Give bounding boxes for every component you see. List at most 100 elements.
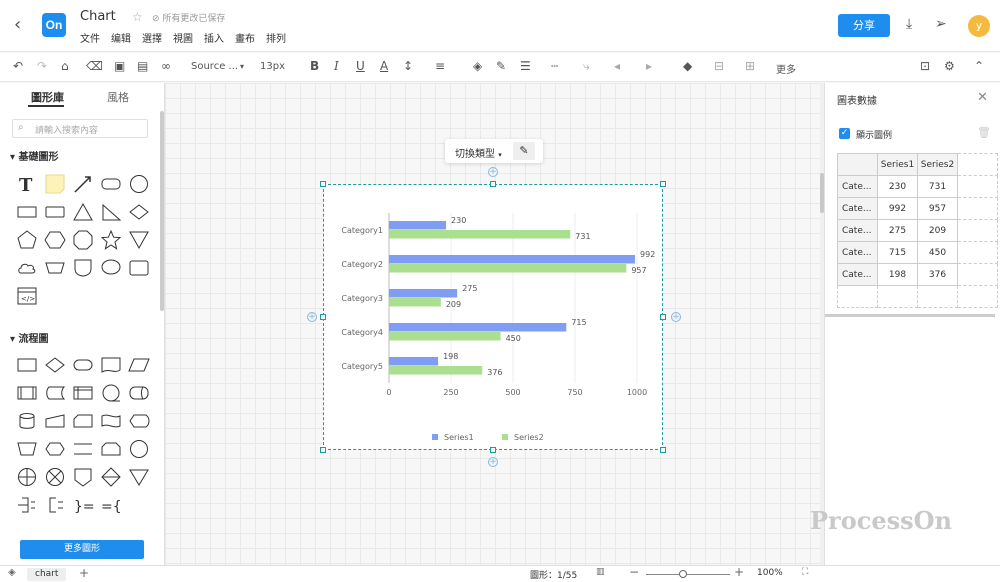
grid-row-label[interactable]: Cate... <box>837 219 878 242</box>
menu-insert[interactable]: 插入 <box>204 30 224 45</box>
star-shape-icon[interactable] <box>100 229 122 251</box>
add-handle-left[interactable]: + <box>307 312 317 322</box>
zoom-slider-track[interactable] <box>646 574 730 575</box>
menu-file[interactable]: 文件 <box>80 30 100 45</box>
line-arrow-shape-icon[interactable] <box>72 173 94 195</box>
layers-icon[interactable]: ◈ <box>8 567 16 578</box>
chart-shape[interactable]: 0 250 500 750 1000 Category1 230 731 Category2 99… <box>320 181 666 453</box>
grid-cell-empty[interactable] <box>957 153 998 176</box>
grid-cell[interactable]: 209 <box>917 219 958 242</box>
align-icon[interactable]: ≡ <box>435 59 445 73</box>
switch-type-button[interactable]: 切換類型 ▾ <box>455 145 502 160</box>
close-icon[interactable]: ✕ <box>977 90 988 105</box>
zoom-in-icon[interactable]: + <box>734 565 744 579</box>
find-icon[interactable]: ⊡ <box>920 59 930 73</box>
tab-style[interactable]: 風格 <box>107 89 129 105</box>
card-flow-shape-icon[interactable] <box>72 410 94 432</box>
redo-icon[interactable]: ↷ <box>37 59 47 73</box>
italic-icon[interactable]: I <box>334 59 339 73</box>
show-legend-checkbox[interactable]: ✓ <box>839 128 850 139</box>
sidebar-scrollbar[interactable] <box>160 111 164 311</box>
layer-icon[interactable]: ◆ <box>683 59 692 73</box>
preparation-shape-icon[interactable] <box>44 438 66 460</box>
panel-scrollbar[interactable] <box>825 314 995 317</box>
grid-row-label[interactable]: Cate... <box>837 197 878 220</box>
grid-cell[interactable]: 198 <box>877 263 918 286</box>
grid-cell-empty[interactable] <box>877 285 918 308</box>
triangle-shape-icon[interactable] <box>72 201 94 223</box>
circle-shape-icon[interactable] <box>128 173 150 195</box>
edit-pencil-icon[interactable]: ✎ <box>513 142 535 160</box>
menu-edit[interactable]: 编辑 <box>111 30 131 45</box>
grid-cell-empty[interactable] <box>957 285 998 308</box>
canvas[interactable]: 切換類型 ▾ ✎ + + + + 0 250 500 750 1000 Category1… <box>165 83 820 565</box>
section-flowchart[interactable]: ▾ 流程圖 <box>10 330 49 345</box>
grid-header-series2[interactable]: Series2 <box>917 153 958 176</box>
brace-left-shape-icon[interactable]: ={ <box>100 494 122 516</box>
card-shape-icon[interactable] <box>128 257 150 279</box>
avatar[interactable]: y <box>968 15 990 37</box>
font-size-select[interactable]: 13px <box>260 61 285 72</box>
more-shapes-button[interactable]: 更多圖形 <box>20 540 144 559</box>
arrow-start-icon[interactable]: ◂ <box>614 59 620 73</box>
more-button[interactable]: 更多 <box>776 61 796 76</box>
chevron-down-icon[interactable]: ▾ <box>240 62 244 71</box>
summing-junction-shape-icon[interactable] <box>44 466 66 488</box>
table-icon[interactable]: ⊞ <box>745 59 755 73</box>
document-shape-icon[interactable] <box>100 354 122 376</box>
parallel-mode-shape-icon[interactable] <box>72 438 94 460</box>
sequential-data-shape-icon[interactable] <box>100 382 122 404</box>
add-handle-top[interactable]: + <box>488 167 498 177</box>
grid-cell[interactable]: 275 <box>877 219 918 242</box>
menu-select[interactable]: 選擇 <box>142 30 162 45</box>
menu-view[interactable]: 視圖 <box>173 30 193 45</box>
hexagon-shape-icon[interactable] <box>44 229 66 251</box>
add-handle-right[interactable]: + <box>671 312 681 322</box>
line-color-icon[interactable]: ✎ <box>496 59 506 73</box>
zoom-level[interactable]: 100% <box>757 568 783 578</box>
rect-alt-shape-icon[interactable] <box>44 201 66 223</box>
annotation-left-shape-icon[interactable] <box>44 494 66 516</box>
style-icon[interactable]: ▣ <box>114 59 125 73</box>
inverted-triangle-shape-icon[interactable] <box>128 229 150 251</box>
search-input[interactable]: ⌕ 請輸入搜索內容 <box>12 119 148 138</box>
grid-cell-empty[interactable] <box>957 175 998 198</box>
octagon-shape-icon[interactable] <box>72 229 94 251</box>
direct-data-shape-icon[interactable] <box>128 382 150 404</box>
grid-cell[interactable]: 376 <box>917 263 958 286</box>
rect-shape-icon[interactable] <box>16 201 38 223</box>
add-sheet-icon[interactable]: + <box>79 566 89 580</box>
annotation-right-shape-icon[interactable] <box>16 494 38 516</box>
sort-shape-icon[interactable] <box>100 466 122 488</box>
share-button[interactable]: 分享 <box>838 14 890 37</box>
right-triangle-shape-icon[interactable] <box>100 201 122 223</box>
zoom-slider-handle[interactable] <box>679 570 687 578</box>
connector-icon[interactable]: ⤷ <box>583 59 590 74</box>
diamond-shape-icon[interactable] <box>128 201 150 223</box>
menu-canvas[interactable]: 畫布 <box>235 30 255 45</box>
font-color-icon[interactable]: A <box>380 59 388 73</box>
undo-icon[interactable]: ↶ <box>13 59 23 73</box>
map-icon[interactable]: ▥ <box>596 567 605 577</box>
process-shape-icon[interactable] <box>16 354 38 376</box>
merge-shape-icon[interactable] <box>128 466 150 488</box>
link-icon[interactable]: ∞ <box>161 59 171 73</box>
underline-icon[interactable]: U <box>356 59 365 73</box>
grid-cell-empty[interactable] <box>957 219 998 242</box>
predefined-process-shape-icon[interactable] <box>16 382 38 404</box>
paper-tape-shape-icon[interactable] <box>100 410 122 432</box>
grid-cell-empty[interactable] <box>917 285 958 308</box>
grid-cell[interactable]: 731 <box>917 175 958 198</box>
decision-shape-icon[interactable] <box>44 354 66 376</box>
grid-header-series1[interactable]: Series1 <box>877 153 918 176</box>
database-shape-icon[interactable] <box>16 410 38 432</box>
star-icon[interactable]: ☆ <box>132 10 143 24</box>
line-style-icon[interactable]: ┅ <box>551 59 558 73</box>
settings-icon[interactable]: ⚙ <box>944 59 955 73</box>
section-basic-shapes[interactable]: ▾ 基礎圖形 <box>10 148 59 163</box>
or-shape-icon[interactable] <box>16 466 38 488</box>
pentagon-shape-icon[interactable] <box>16 229 38 251</box>
grid-cell-empty[interactable] <box>957 241 998 264</box>
align-objects-icon[interactable]: ⊟ <box>714 59 724 73</box>
cloud-shape-icon[interactable] <box>16 257 38 279</box>
